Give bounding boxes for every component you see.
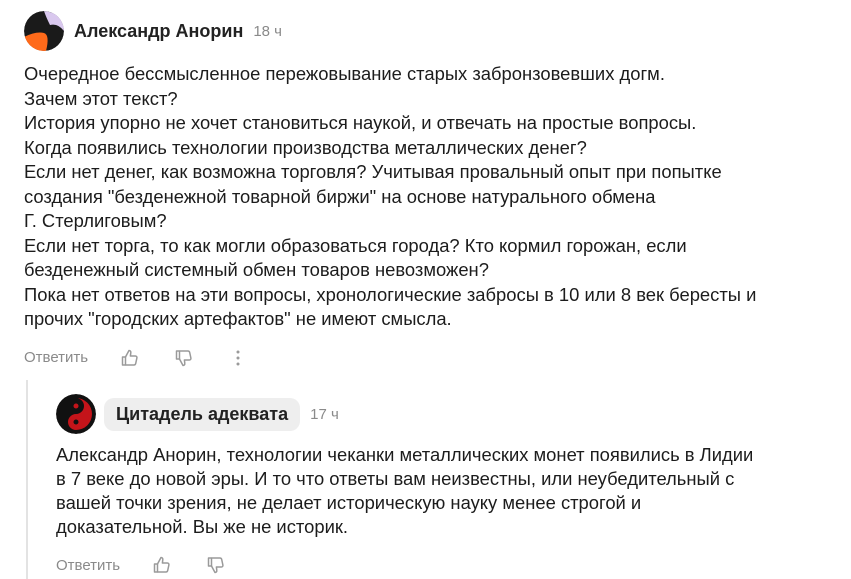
comment-actions: Ответить (56, 553, 836, 577)
comment-line: Когда появились технологии производства … (24, 136, 587, 158)
comment-line: безденежный системный обмен товаров нево… (24, 259, 489, 280)
thumbs-up-icon[interactable] (118, 346, 142, 370)
comment-line: создания "безденежной товарной биржи" на… (24, 185, 656, 207)
comment-line: доказательной. Вы же не историк. (56, 516, 349, 537)
author-name[interactable]: Цитадель адеквата (104, 397, 301, 431)
avatar[interactable] (24, 11, 64, 51)
thumbs-down-icon[interactable] (204, 553, 228, 577)
comment-actions: Ответить (24, 346, 834, 370)
comment-time: 18 ч (253, 22, 282, 40)
comment-line: Г. Стерлиговым? (24, 210, 167, 231)
reply-button[interactable]: Ответить (24, 349, 88, 366)
comment-line: в 7 веке до новой эры. И то что ответы в… (56, 468, 735, 489)
comment-text: Александр Анорин, технологии чеканки мет… (56, 443, 836, 539)
thumbs-up-icon[interactable] (150, 553, 174, 577)
comment: Александр Анорин 18 ч Очередное бессмысл… (24, 10, 834, 370)
more-vertical-icon[interactable] (226, 346, 250, 370)
reply-button[interactable]: Ответить (56, 557, 120, 574)
comment-line: Пока нет ответов на эти вопросы, хроноло… (24, 283, 757, 305)
comment-line: Если нет денег, как возможна торговля? У… (24, 161, 722, 182)
comment-header: Цитадель адеквата 17 ч (56, 393, 836, 435)
comment-line: Александр Анорин, технологии чеканки мет… (56, 444, 754, 465)
comment-time: 17 ч (310, 405, 339, 423)
reply-comment: Цитадель адеквата 17 ч Александр Анорин,… (56, 393, 836, 577)
comment-line: Если нет торга, то как могли образоватьс… (24, 234, 687, 256)
comment-text: Очередное бессмысленное пережовывание ст… (24, 62, 834, 332)
thumbs-down-icon[interactable] (172, 346, 196, 370)
comment-line: прочих "городских артефактов" не имеют с… (24, 308, 452, 329)
comment-line: Зачем этот текст? (24, 87, 178, 109)
comment-line: Очередное бессмысленное пережовывание ст… (24, 63, 665, 84)
comment-header: Александр Анорин 18 ч (24, 10, 834, 52)
thread-line (26, 380, 28, 579)
comment-line: История упорно не хочет становиться наук… (24, 112, 697, 133)
author-name[interactable]: Александр Анорин (74, 21, 243, 42)
avatar[interactable] (56, 394, 96, 434)
comment-line: вашей точки зрения, не делает историческ… (56, 492, 642, 513)
